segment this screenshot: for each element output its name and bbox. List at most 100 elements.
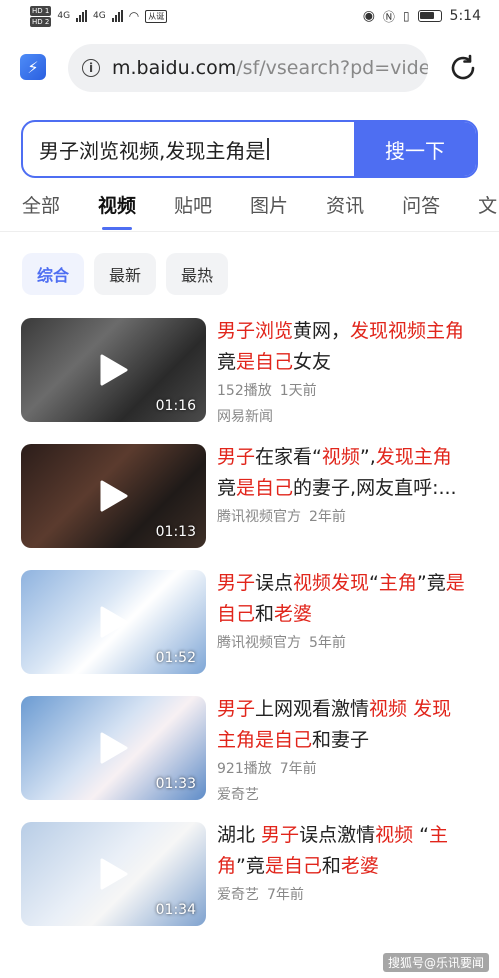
title-keyword: 发现视频主角 — [350, 320, 465, 342]
play-icon — [100, 732, 127, 764]
tab-tieba[interactable]: 贴吧 — [174, 190, 212, 230]
video-source-line: 爱奇艺 7年前 — [217, 887, 304, 903]
network-label-2: 4G — [93, 11, 106, 21]
browser-toolbar: ⚡ i m.baidu.com/sf/vsearch?pd=vide — [0, 40, 499, 96]
play-icon — [100, 480, 127, 512]
list-item[interactable]: 01:52 男子误点视频发现“主角”竟是自己和老婆 腾讯视频官方 5年前 — [21, 570, 481, 676]
title-text: 黄网， — [293, 320, 351, 342]
network-label: 4G — [57, 11, 71, 21]
title-text: 误点 — [255, 572, 294, 594]
tab-qa[interactable]: 问答 — [402, 190, 440, 230]
title-text: 竟 — [217, 351, 237, 373]
video-title[interactable]: 湖北 男子误点激情视频 “主角”竟是自己和老婆 — [217, 820, 467, 882]
address-bar[interactable]: i m.baidu.com/sf/vsearch?pd=vide — [68, 44, 428, 92]
play-icon — [100, 606, 127, 638]
title-text: 和 — [321, 855, 341, 877]
search-box: 男子浏览视频,发现主角是 搜一下 — [21, 120, 478, 178]
tab-news[interactable]: 资讯 — [326, 190, 364, 230]
video-thumbnail[interactable]: 01:33 — [21, 696, 206, 800]
info-icon[interactable]: i — [82, 59, 100, 77]
play-icon — [100, 858, 127, 890]
filter-comprehensive[interactable]: 综合 — [22, 253, 85, 295]
title-keyword: 视频 — [321, 446, 360, 468]
video-thumbnail[interactable]: 01:34 — [21, 822, 206, 926]
video-thumbnail[interactable]: 01:52 — [21, 570, 206, 674]
status-bar: HD 1 HD 2 4G 4G ◠ 从诞 ◉ Ⓝ ▯ 5:14 — [0, 0, 499, 32]
search-input[interactable]: 男子浏览视频,发现主角是 — [23, 122, 354, 176]
title-keyword: 视频 — [375, 824, 414, 846]
watermark: 搜狐号@乐讯要闻 — [382, 953, 489, 972]
title-text: 和妻子 — [312, 729, 370, 751]
video-title[interactable]: 男子浏览黄网，发现视频主角竟是自己女友 — [217, 316, 467, 378]
title-text: ”, — [359, 446, 376, 468]
title-text: 女友 — [293, 351, 332, 373]
title-keyword: 男子 — [217, 572, 256, 594]
video-title[interactable]: 男子上网观看激情视频 发现主角是自己和妻子 — [217, 694, 467, 756]
title-text: “ — [369, 572, 379, 594]
video-title[interactable]: 男子在家看“视频”,发现主角竟是自己的妻子,网友直呼:... — [217, 442, 467, 504]
search-button[interactable]: 搜一下 — [354, 122, 476, 176]
category-tabs: 全部 视频 贴吧 图片 资讯 问答 文 — [0, 190, 499, 232]
battery-icon — [417, 10, 442, 22]
lightning-icon[interactable]: ⚡ — [20, 54, 46, 80]
video-thumbnail[interactable]: 01:13 — [21, 444, 206, 548]
video-duration: 01:33 — [155, 776, 196, 792]
url-text: m.baidu.com/sf/vsearch?pd=vide — [112, 57, 428, 79]
reload-icon[interactable] — [447, 52, 479, 84]
filter-latest[interactable]: 最新 — [94, 253, 157, 295]
status-badge: 从诞 — [145, 9, 168, 23]
vibrate-icon: ▯ — [402, 9, 410, 23]
title-keyword: 老婆 — [340, 855, 379, 877]
video-source: 网易新闻 — [217, 409, 273, 425]
title-text: 的妻子,网友直呼:... — [293, 477, 457, 499]
nfc-icon: Ⓝ — [382, 9, 395, 24]
play-icon — [100, 354, 127, 386]
video-title[interactable]: 男子误点视频发现“主角”竟是自己和老婆 — [217, 568, 467, 630]
title-keyword: 老婆 — [274, 603, 313, 625]
title-keyword: 主角 — [378, 572, 417, 594]
title-text: 和 — [255, 603, 275, 625]
title-text: “ — [413, 824, 429, 846]
tab-images[interactable]: 图片 — [250, 190, 288, 230]
title-text: 竟 — [217, 477, 237, 499]
video-source-line: 腾讯视频官方 2年前 — [217, 509, 346, 525]
list-item[interactable]: 01:16 男子浏览黄网，发现视频主角竟是自己女友 152播放 1天前 网易新闻 — [21, 316, 481, 425]
title-text: ”竟 — [416, 572, 446, 594]
video-source: 爱奇艺 — [217, 787, 259, 803]
title-keyword: 是自己 — [236, 477, 294, 499]
wifi-icon: ◠ — [128, 9, 140, 23]
video-duration: 01:52 — [155, 650, 196, 666]
signal-icon-2 — [111, 10, 123, 22]
video-meta: 152播放 1天前 — [217, 383, 317, 399]
video-meta: 921播放 7年前 — [217, 761, 317, 777]
title-text: 在家看“ — [255, 446, 322, 468]
tab-video[interactable]: 视频 — [98, 190, 136, 230]
title-text: 误点激情 — [299, 824, 376, 846]
signal-icon — [76, 10, 88, 22]
tab-all[interactable]: 全部 — [22, 190, 60, 230]
title-keyword: 男子 — [217, 446, 256, 468]
list-item[interactable]: 01:33 男子上网观看激情视频 发现主角是自己和妻子 921播放 7年前 爱奇艺 — [21, 694, 481, 803]
video-thumbnail[interactable]: 01:16 — [21, 318, 206, 422]
title-keyword: 是自己 — [264, 855, 322, 877]
video-source-line: 腾讯视频官方 5年前 — [217, 635, 346, 651]
title-keyword: 视频发现 — [293, 572, 370, 594]
title-text: 湖北 — [217, 824, 262, 846]
sort-filters: 综合 最新 最热 — [22, 253, 229, 295]
video-duration: 01:16 — [155, 398, 196, 414]
title-keyword: 发现主角 — [375, 446, 452, 468]
hd-indicator: HD 1 HD 2 — [30, 5, 52, 27]
title-text: ”竟 — [236, 855, 265, 877]
title-keyword: 男子 — [217, 698, 256, 720]
tab-wenku[interactable]: 文 — [478, 190, 497, 230]
title-keyword: 是自己 — [236, 351, 294, 373]
filter-hottest[interactable]: 最热 — [166, 253, 229, 295]
title-text: 上网观看激情 — [255, 698, 370, 720]
list-item[interactable]: 01:34 湖北 男子误点激情视频 “主角”竟是自己和老婆 爱奇艺 7年前 — [21, 822, 481, 928]
title-keyword: 男子 — [261, 824, 300, 846]
video-duration: 01:34 — [155, 902, 196, 918]
list-item[interactable]: 01:13 男子在家看“视频”,发现主角竟是自己的妻子,网友直呼:... 腾讯视… — [21, 444, 481, 550]
eye-icon: ◉ — [362, 8, 375, 24]
video-duration: 01:13 — [155, 524, 196, 540]
title-keyword: 男子浏览 — [217, 320, 294, 342]
